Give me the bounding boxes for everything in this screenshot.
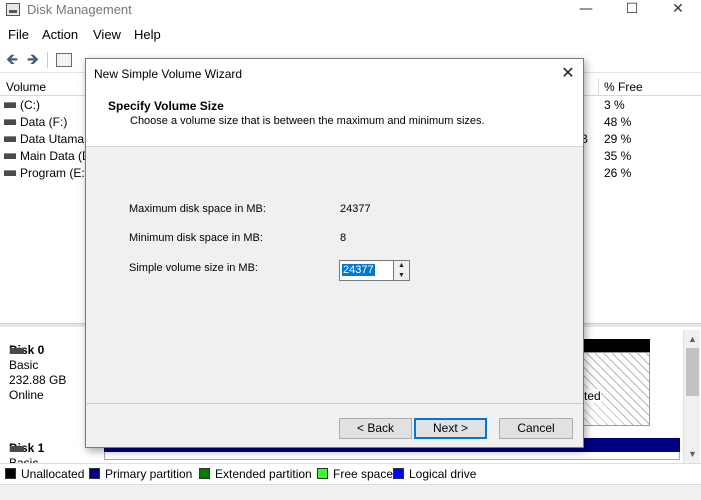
volume-name: (C:) xyxy=(20,98,40,112)
volume-free: 29 % xyxy=(604,132,632,146)
legend-extended-partition: Extended partition xyxy=(199,467,312,481)
menu-bar: File Action View Help xyxy=(0,24,701,44)
drive-icon xyxy=(4,119,16,125)
dialog-title: New Simple Volume Wizard xyxy=(94,67,243,81)
volume-name: Program (E:) xyxy=(20,166,89,180)
menu-help[interactable]: Help xyxy=(134,27,161,42)
dialog-close-button[interactable]: ✕ xyxy=(553,59,583,88)
legend-label: Extended partition xyxy=(215,467,312,481)
spin-down-icon[interactable]: ▼ xyxy=(394,271,409,281)
legend-label: Primary partition xyxy=(105,467,193,481)
legend-swatch xyxy=(5,468,16,479)
dialog-footer-divider xyxy=(86,403,583,404)
disk-pane-scrollbar[interactable]: ▲ ▼ xyxy=(683,330,700,463)
drive-icon xyxy=(4,170,16,176)
back-button[interactable]: < Back xyxy=(339,418,412,439)
legend-swatch xyxy=(317,468,328,479)
legend-primary-partition: Primary partition xyxy=(89,467,192,481)
dialog-title-bar: New Simple Volume Wizard ✕ xyxy=(86,59,583,88)
dialog-header: Specify Volume Size Choose a volume size… xyxy=(86,88,583,147)
disk-management-icon xyxy=(6,3,20,16)
new-simple-volume-wizard: New Simple Volume Wizard ✕ Specify Volum… xyxy=(85,58,584,448)
volume-free: 48 % xyxy=(604,115,632,129)
volume-name: Data (F:) xyxy=(20,115,68,129)
min-disk-space-label: Minimum disk space in MB: xyxy=(129,232,263,244)
minimize-button[interactable]: — xyxy=(563,0,609,20)
wizard-step-description: Choose a volume size that is between the… xyxy=(130,115,485,127)
max-disk-space-label: Maximum disk space in MB: xyxy=(129,203,266,215)
max-disk-space-value: 24377 xyxy=(340,203,371,215)
min-disk-space-value: 8 xyxy=(340,232,347,244)
menu-action[interactable]: Action xyxy=(42,27,78,42)
legend-swatch xyxy=(89,468,100,479)
volume-free: 35 % xyxy=(604,149,632,163)
disk-1-name: Disk 1 xyxy=(0,441,86,456)
legend-label: Logical drive xyxy=(409,467,477,481)
title-bar: Disk Management — ☐ ✕ xyxy=(0,0,701,20)
forward-arrow-icon[interactable]: 🡺 xyxy=(24,51,42,68)
partition-status-fragment: ted xyxy=(584,389,601,403)
volume-free: 26 % xyxy=(604,166,632,180)
close-button[interactable]: ✕ xyxy=(655,0,701,20)
menu-view[interactable]: View xyxy=(93,27,121,42)
legend-swatch xyxy=(199,468,210,479)
legend-label: Free space xyxy=(333,467,394,481)
next-button[interactable]: Next > xyxy=(414,418,487,439)
window-title: Disk Management xyxy=(27,2,132,17)
volume-size-stepper[interactable]: ▲ ▼ xyxy=(393,260,410,281)
menu-file[interactable]: File xyxy=(8,27,29,42)
disk-1-label[interactable]: Disk 1 Basic xyxy=(0,441,86,464)
legend-free-space: Free space xyxy=(317,467,393,481)
drive-icon xyxy=(4,102,16,108)
legend-swatch xyxy=(393,468,404,479)
volume-free: 3 % xyxy=(604,98,625,112)
disk-0-size: 232.88 GB xyxy=(9,373,67,387)
maximize-button[interactable]: ☐ xyxy=(609,0,655,20)
scroll-down-icon[interactable]: ▼ xyxy=(684,447,701,461)
spin-up-icon[interactable]: ▲ xyxy=(394,261,409,271)
column-divider[interactable] xyxy=(598,79,599,96)
legend: Unallocated Primary partition Extended p… xyxy=(0,463,701,483)
scroll-up-icon[interactable]: ▲ xyxy=(684,332,701,346)
scroll-thumb[interactable] xyxy=(686,348,699,396)
volume-size-input[interactable]: 24377 xyxy=(339,260,393,281)
unallocated-bar xyxy=(582,339,650,352)
cancel-button[interactable]: Cancel xyxy=(499,418,573,439)
disk-0-type: Basic xyxy=(9,358,39,372)
legend-label: Unallocated xyxy=(21,467,85,481)
disk-0-status: Online xyxy=(9,388,44,402)
column-percent-free[interactable]: % Free xyxy=(604,80,643,94)
volume-size-label: Simple volume size in MB: xyxy=(129,262,258,274)
column-volume[interactable]: Volume xyxy=(6,80,46,94)
properties-icon[interactable] xyxy=(56,53,72,67)
back-arrow-icon[interactable]: 🡸 xyxy=(3,51,21,68)
legend-unallocated: Unallocated xyxy=(5,467,84,481)
wizard-step-heading: Specify Volume Size xyxy=(108,99,224,113)
disk-0-label[interactable]: Disk 0 Basic 232.88 GB Online xyxy=(0,343,86,403)
toolbar-separator xyxy=(47,52,48,68)
legend-logical-drive: Logical drive xyxy=(393,467,476,481)
drive-icon xyxy=(4,136,16,142)
status-bar xyxy=(0,484,701,500)
disk-1-partition[interactable] xyxy=(104,452,680,460)
drive-icon xyxy=(4,153,16,159)
disk-0-name: Disk 0 xyxy=(0,343,86,358)
volume-size-value: 24377 xyxy=(342,264,375,276)
volume-name: Main Data (D xyxy=(20,149,91,163)
volume-name: Data Utama xyxy=(20,132,85,146)
